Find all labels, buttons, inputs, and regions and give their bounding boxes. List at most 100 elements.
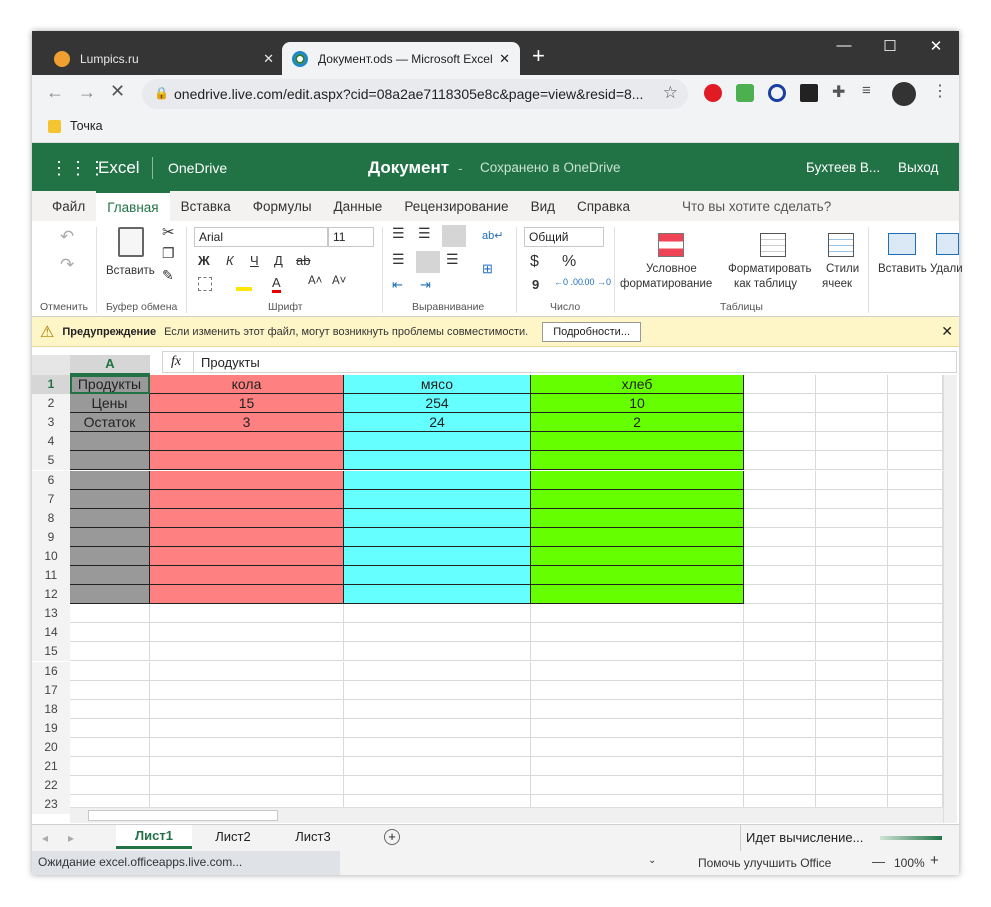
sheet-tab-3[interactable]: Лист3	[274, 829, 352, 844]
cell[interactable]	[344, 489, 531, 509]
cell[interactable]	[344, 623, 531, 643]
cell[interactable]	[531, 527, 744, 547]
merge-center-icon[interactable]: ⊞	[482, 261, 493, 277]
media-queue-icon[interactable]: ≡	[862, 82, 871, 99]
column-header-a[interactable]: A	[70, 355, 150, 375]
cell[interactable]	[70, 680, 150, 700]
cell[interactable]	[150, 623, 344, 643]
cell[interactable]	[816, 604, 888, 624]
close-window-button[interactable]: ✕	[916, 37, 956, 55]
cell[interactable]	[816, 680, 888, 700]
row-header[interactable]: 22	[32, 776, 70, 796]
cell[interactable]	[888, 432, 943, 452]
cell[interactable]	[344, 604, 531, 624]
cell[interactable]: Остаток	[70, 413, 150, 433]
cell[interactable]	[816, 699, 888, 719]
music-extension-icon[interactable]	[736, 84, 754, 102]
sheet-tab-2[interactable]: Лист2	[194, 829, 272, 844]
cell[interactable]	[70, 661, 150, 681]
cell[interactable]	[531, 585, 744, 605]
tab-data[interactable]: Данные	[323, 199, 394, 214]
cell[interactable]	[150, 757, 344, 776]
format-as-table-icon[interactable]	[760, 233, 786, 257]
help-improve-link[interactable]: Помочь улучшить Office	[698, 856, 831, 870]
cell[interactable]	[150, 527, 344, 547]
cell[interactable]	[744, 432, 816, 452]
cell[interactable]	[816, 776, 888, 796]
cell[interactable]	[150, 699, 344, 719]
cell[interactable]	[816, 566, 888, 585]
cell[interactable]	[344, 508, 531, 528]
tab-review[interactable]: Рецензирование	[393, 199, 519, 214]
cell[interactable]	[816, 432, 888, 452]
cell[interactable]	[888, 718, 943, 738]
cell[interactable]	[70, 699, 150, 719]
cell[interactable]	[70, 546, 150, 566]
next-sheet-icon[interactable]: ▸	[68, 831, 74, 845]
cell[interactable]	[531, 737, 744, 757]
cell[interactable]	[744, 642, 816, 662]
row-header[interactable]: 11	[32, 566, 70, 585]
paste-icon[interactable]	[118, 227, 144, 257]
cell[interactable]	[816, 413, 888, 433]
align-center-icon[interactable]	[416, 251, 440, 273]
cell[interactable]	[888, 585, 943, 605]
format-table-label-2[interactable]: как таблицу	[734, 278, 797, 290]
cell[interactable]	[816, 527, 888, 547]
row-header[interactable]: 6	[32, 470, 70, 490]
onedrive-link[interactable]: OneDrive	[168, 160, 227, 176]
cell[interactable]	[816, 757, 888, 776]
row-header[interactable]: 20	[32, 737, 70, 757]
cell[interactable]	[816, 375, 888, 394]
percent-button[interactable]: %	[562, 253, 576, 271]
profile-avatar[interactable]	[892, 82, 916, 106]
cond-format-label-1[interactable]: Условное	[646, 263, 697, 275]
cell[interactable]	[888, 413, 943, 433]
cell[interactable]: 3	[150, 413, 344, 433]
cell[interactable]	[344, 737, 531, 757]
cell[interactable]	[816, 394, 888, 414]
tab-home[interactable]: Главная	[96, 191, 170, 221]
bold-button[interactable]: Ж	[198, 253, 210, 268]
cell[interactable]	[150, 737, 344, 757]
cell[interactable]	[531, 680, 744, 700]
cell[interactable]	[70, 642, 150, 662]
user-name[interactable]: Бухтеев В...	[806, 160, 880, 175]
cell[interactable]	[888, 451, 943, 471]
close-tab-icon[interactable]: ✕	[499, 51, 510, 67]
cell[interactable]	[531, 489, 744, 509]
cell[interactable]	[150, 470, 344, 490]
delete-cells-button[interactable]: Удали	[930, 263, 963, 275]
prev-sheet-icon[interactable]: ◂	[42, 831, 48, 845]
row-header[interactable]: 18	[32, 699, 70, 719]
cell[interactable]	[531, 432, 744, 452]
cell[interactable]	[888, 642, 943, 662]
decrease-indent-icon[interactable]: ⇤	[392, 277, 403, 293]
row-header[interactable]: 9	[32, 527, 70, 547]
cell[interactable]	[888, 394, 943, 414]
cell[interactable]	[70, 604, 150, 624]
insert-cells-button[interactable]: Вставить	[878, 263, 927, 275]
cell[interactable]	[150, 546, 344, 566]
star-icon[interactable]: ☆	[663, 83, 678, 103]
cell[interactable]	[888, 375, 943, 394]
cell[interactable]: 15	[150, 394, 344, 414]
chevron-down-icon[interactable]: ⌄	[648, 855, 656, 866]
cell[interactable]	[150, 585, 344, 605]
row-header[interactable]: 19	[32, 718, 70, 738]
cell[interactable]	[744, 585, 816, 605]
document-title[interactable]: Документ	[368, 158, 449, 178]
cell[interactable]	[70, 508, 150, 528]
paste-button[interactable]: Вставить	[106, 265, 155, 277]
fill-color-icon[interactable]	[236, 277, 252, 291]
formula-bar[interactable]: fx Продукты	[162, 351, 957, 373]
formula-value[interactable]: Продукты	[201, 355, 260, 370]
add-sheet-icon[interactable]: +	[384, 829, 400, 845]
cell[interactable]	[531, 546, 744, 566]
scroll-thumb[interactable]	[88, 810, 278, 821]
comma-button[interactable]: 9	[532, 277, 539, 292]
cell[interactable]	[344, 566, 531, 585]
format-painter-icon[interactable]: ✎	[162, 267, 174, 284]
decrease-decimal-icon[interactable]: .00 →0	[582, 277, 611, 287]
cell[interactable]	[531, 470, 744, 490]
